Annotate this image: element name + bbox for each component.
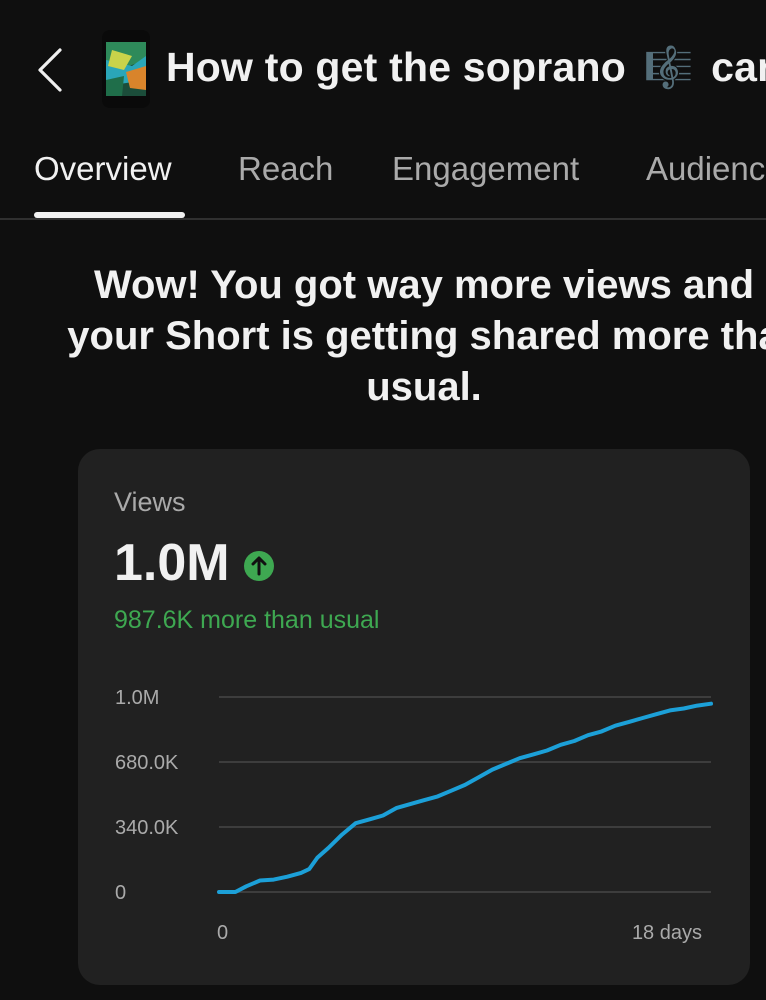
thumbnail-image bbox=[102, 30, 150, 108]
headline-line-2: your Short is getting shared more tha bbox=[67, 314, 766, 358]
active-tab-indicator bbox=[34, 212, 185, 218]
musical-score-icon: 🎼 bbox=[643, 45, 694, 91]
title-text: How to get the soprano bbox=[166, 44, 626, 90]
insight-headline: Wow! You got way more views and your Sho… bbox=[0, 260, 766, 413]
y-tick-label: 340.0K bbox=[115, 817, 179, 839]
y-tick-label: 680.0K bbox=[115, 752, 179, 774]
tab-bar: Overview Reach Engagement Audienc bbox=[0, 140, 766, 220]
top-bar: How to get the soprano 🎼 car bbox=[0, 0, 766, 140]
tab-overview[interactable]: Overview bbox=[34, 150, 172, 188]
y-tick-label: 0 bbox=[115, 882, 126, 904]
views-chart[interactable]: 1.0M 680.0K 340.0K 0 0 18 days bbox=[78, 449, 750, 985]
tab-reach[interactable]: Reach bbox=[238, 150, 333, 188]
x-tick-label: 18 days bbox=[632, 922, 702, 944]
title-text-tail: car bbox=[711, 44, 766, 90]
headline-line-1: Wow! You got way more views and bbox=[93, 263, 755, 307]
back-icon[interactable] bbox=[28, 46, 76, 94]
video-thumbnail[interactable] bbox=[102, 30, 150, 108]
y-tick-label: 1.0M bbox=[115, 687, 159, 709]
headline-line-3: usual. bbox=[366, 365, 482, 409]
views-card[interactable]: Views 1.0M 987.6K more than usual 1.0M 68… bbox=[78, 449, 750, 985]
tab-audience[interactable]: Audienc bbox=[646, 150, 765, 188]
tab-engagement[interactable]: Engagement bbox=[392, 150, 579, 188]
x-tick-label: 0 bbox=[217, 922, 228, 944]
views-series-line bbox=[217, 701, 713, 894]
video-title: How to get the soprano 🎼 car bbox=[166, 44, 766, 91]
